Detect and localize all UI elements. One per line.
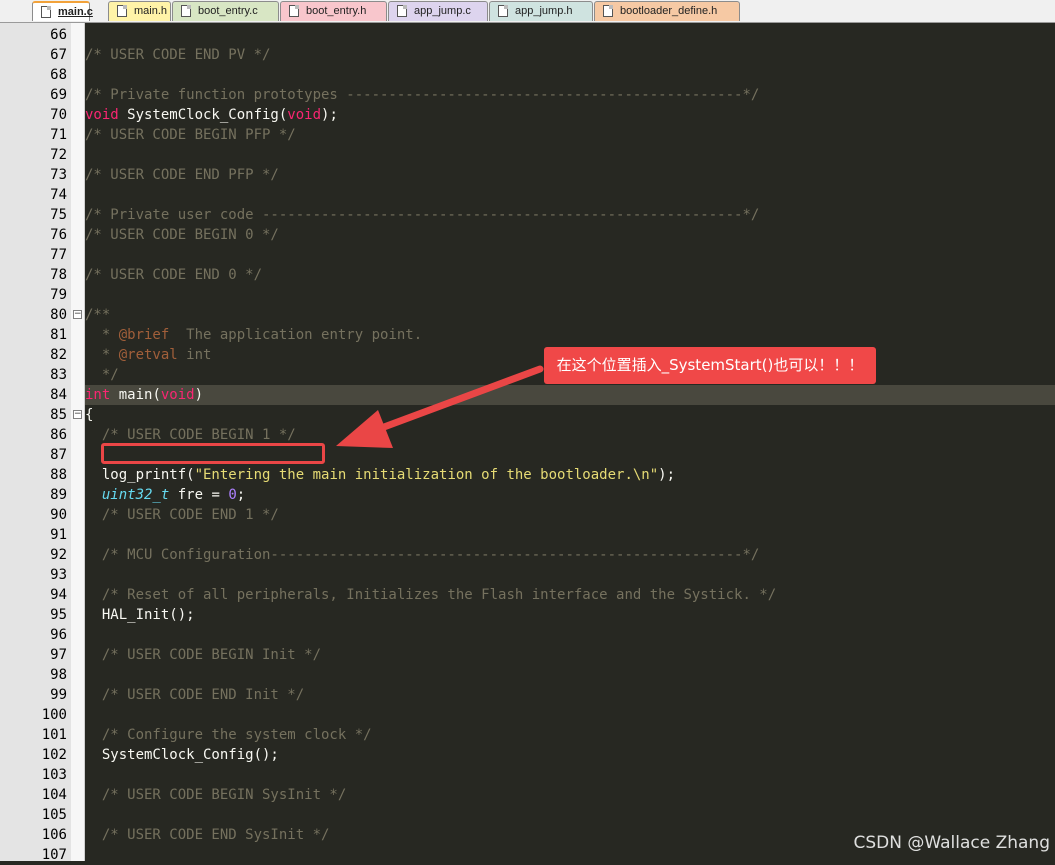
- annotation-highlight-box: [101, 443, 325, 464]
- annotation-callout: 在这个位置插入_SystemStart()也可以！！！: [544, 347, 876, 384]
- annotation-arrow: [336, 365, 544, 448]
- watermark: CSDN @Wallace Zhang: [853, 833, 1051, 853]
